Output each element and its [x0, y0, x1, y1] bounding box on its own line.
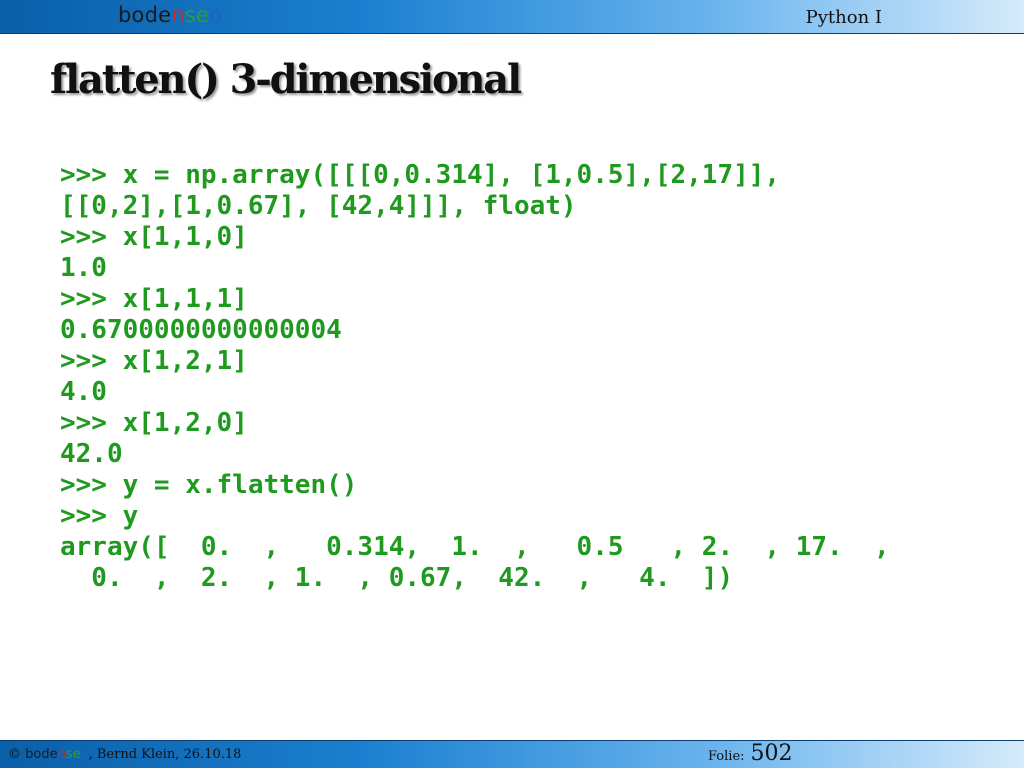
logo-part-2: n [171, 3, 185, 27]
code-line: >>> x[1,1,1] [60, 284, 248, 314]
bodenseo-logo: bodenseo [118, 3, 222, 27]
code-line: >>> y = x.flatten() [60, 470, 358, 500]
author-date: , Bernd Klein, 26.10.18 [88, 747, 242, 762]
footer-brand: bodenseo [25, 747, 88, 762]
copyright-notice: © bodenseo, Bernd Klein, 26.10.18 [8, 747, 241, 762]
code-line: 4.0 [60, 377, 107, 407]
slide-number: Folie: 502 [708, 741, 793, 766]
slide-title: flatten() 3-dimensional [50, 56, 522, 103]
code-line: >>> x[1,1,0] [60, 222, 248, 252]
slide-header: bodenseo Python I [0, 0, 1024, 34]
copyright-symbol: © [8, 747, 21, 762]
brand-part-4: o [80, 747, 89, 762]
code-block: >>> x = np.array([[[0,0.314], [1,0.5],[2… [60, 160, 890, 594]
folio-label: Folie: [708, 749, 745, 764]
code-line: array([ 0. , 0.314, 1. , 0.5 , 2. , 17. … [60, 532, 890, 562]
folio-number: 502 [750, 741, 793, 766]
brand-part-2: n [57, 747, 66, 762]
code-line: >>> x[1,2,0] [60, 408, 248, 438]
logo-part-1: bode [118, 3, 172, 27]
code-line: >>> y [60, 501, 139, 531]
brand-part-3: se [65, 747, 81, 762]
slide-footer: © bodenseo, Bernd Klein, 26.10.18 Folie:… [0, 740, 1024, 768]
brand-part-1: bode [25, 747, 58, 762]
logo-part-4: o [209, 3, 223, 27]
logo-part-3: se [184, 3, 210, 27]
code-line: 1.0 [60, 253, 107, 283]
code-line: 42.0 [60, 439, 123, 469]
code-line: 0.6700000000000004 [60, 315, 342, 345]
code-line: >>> x[1,2,1] [60, 346, 248, 376]
code-line: 0. , 2. , 1. , 0.67, 42. , 4. ]) [60, 563, 734, 593]
course-title: Python I [805, 7, 882, 28]
code-line: [[0,2],[1,0.67], [42,4]]], float) [60, 191, 577, 221]
code-line: >>> x = np.array([[[0,0.314], [1,0.5],[2… [60, 160, 781, 190]
